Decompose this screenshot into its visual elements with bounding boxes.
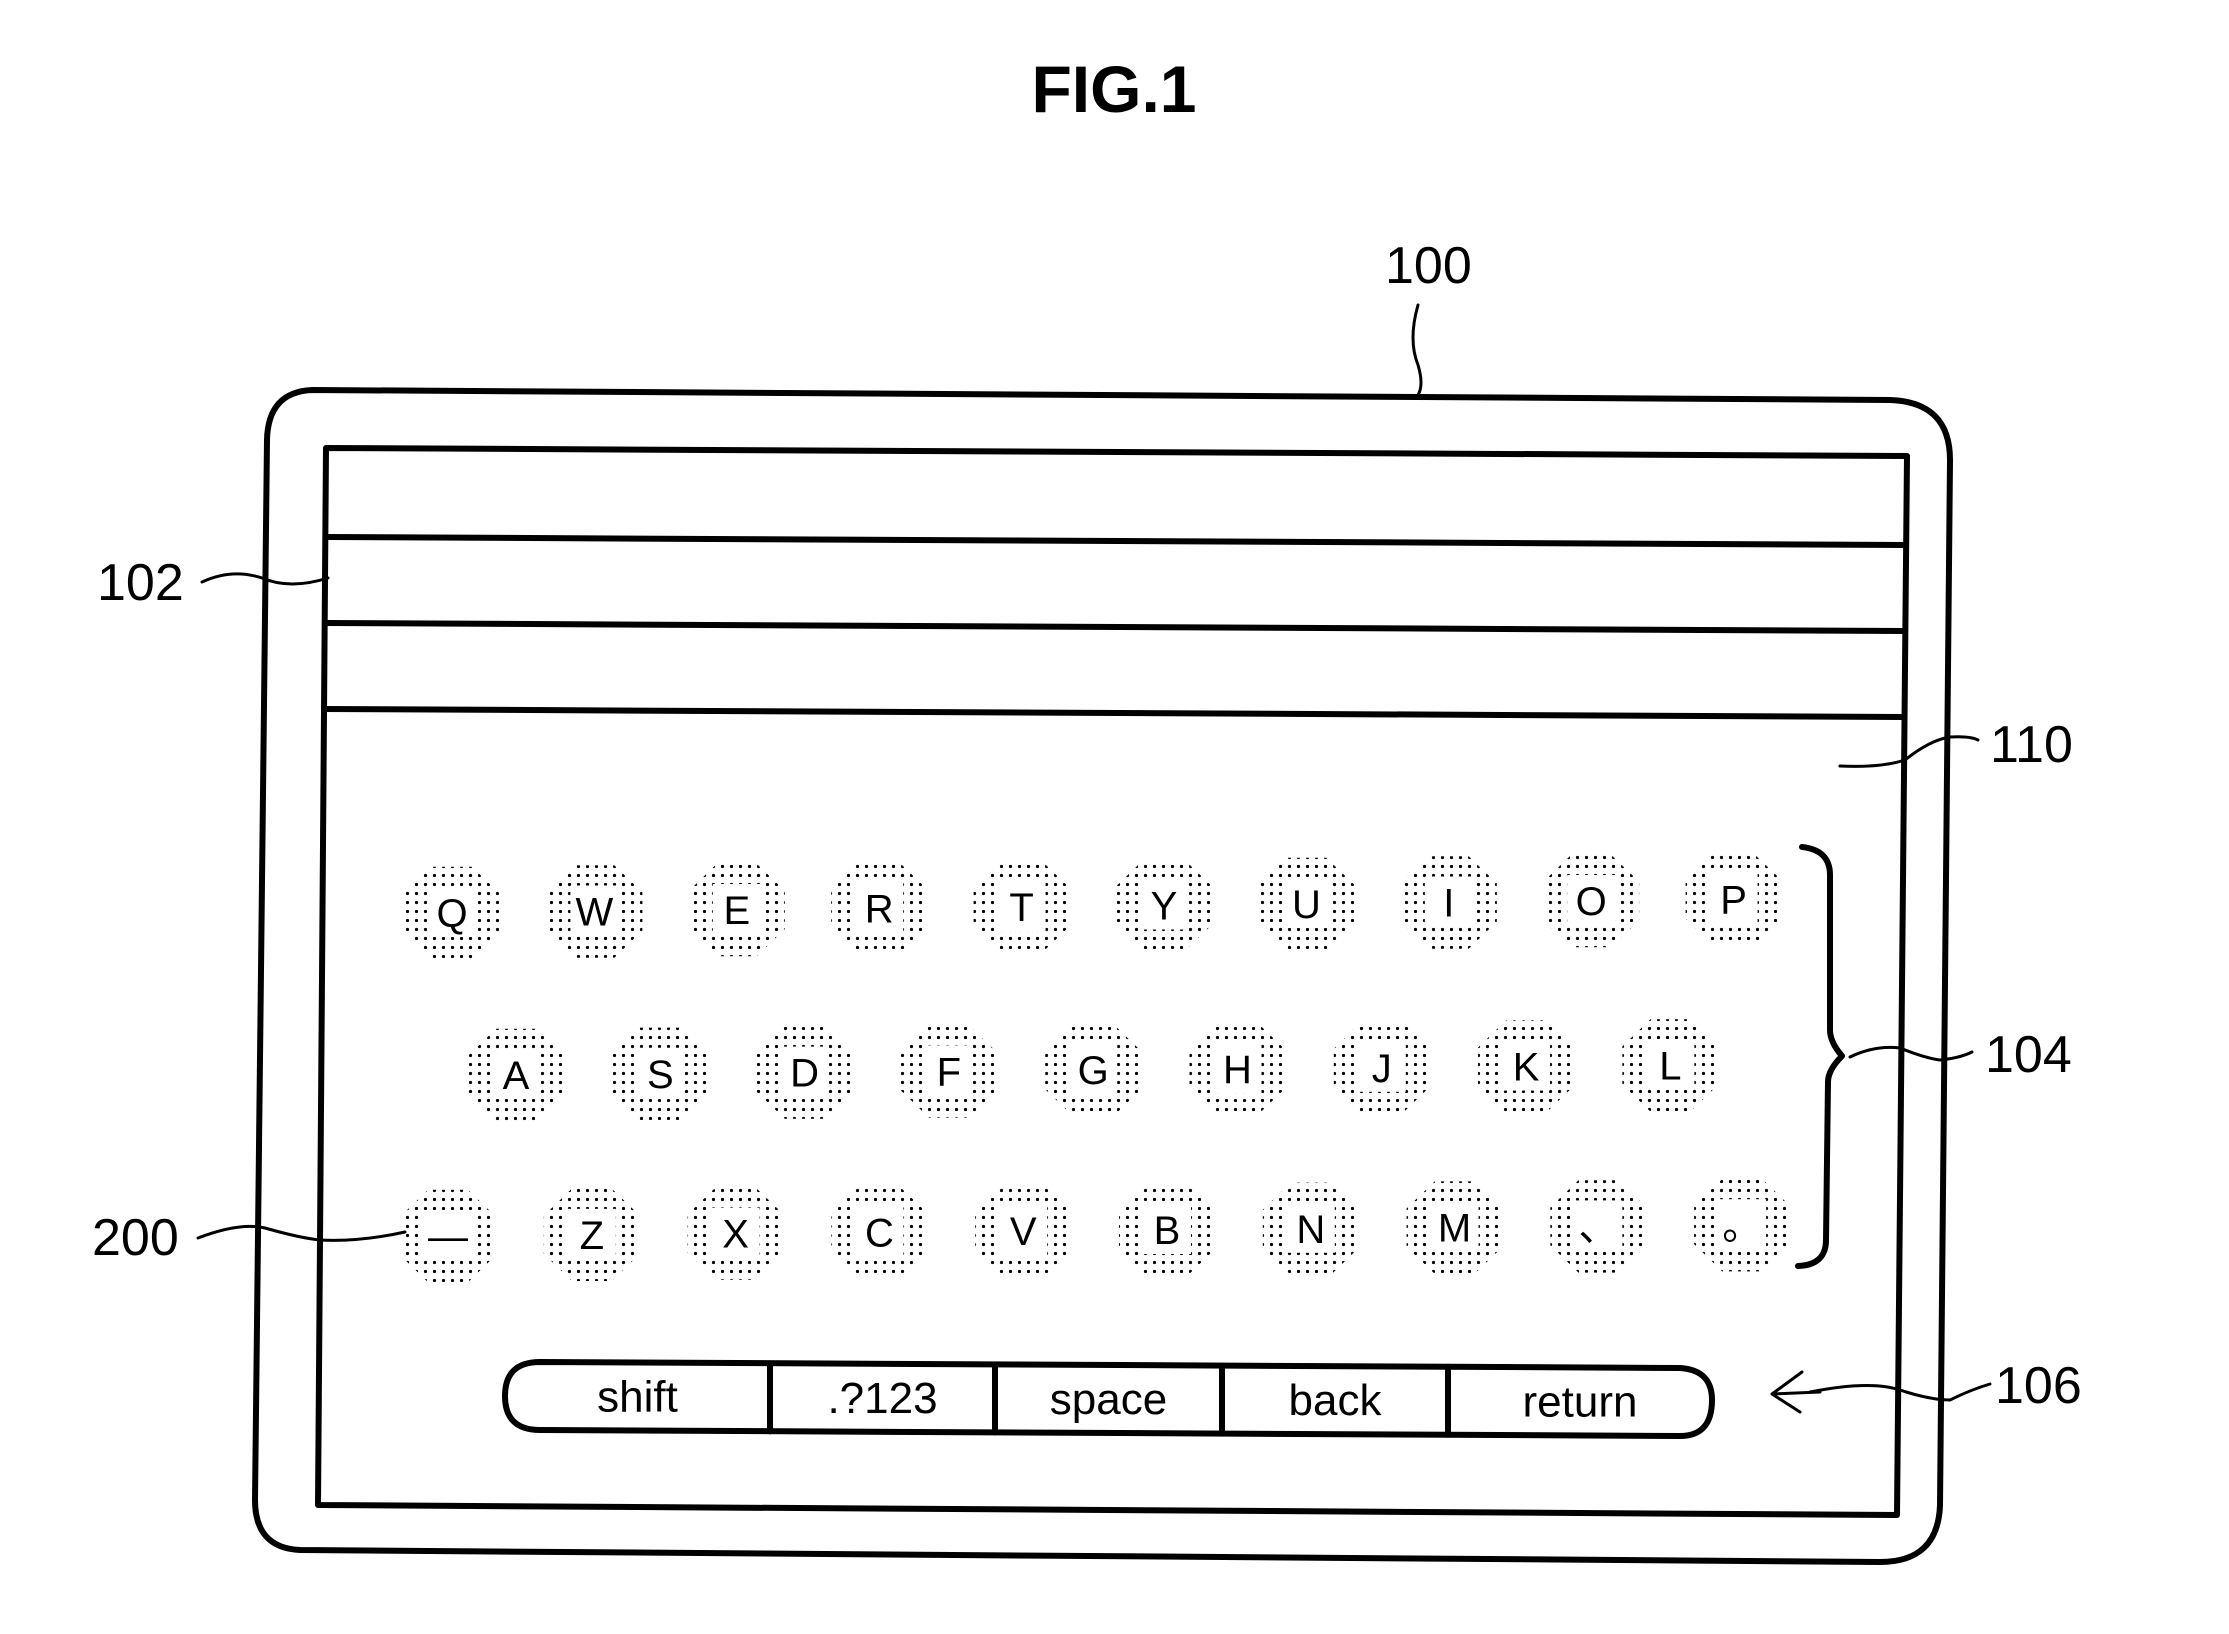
key-0-2[interactable]: E: [688, 863, 785, 957]
ref-label-device: 100: [1385, 237, 1472, 295]
key-label: U: [1292, 883, 1321, 927]
function-button-back[interactable]: back: [1219, 1362, 1383, 1437]
key-label: G: [1078, 1049, 1109, 1093]
key-1-7[interactable]: K: [1478, 1020, 1575, 1113]
key-label: Q: [436, 892, 467, 936]
key-label: O: [1576, 880, 1607, 924]
key-label: L: [1659, 1044, 1681, 1088]
key-2-4[interactable]: V: [975, 1185, 1072, 1278]
function-button-label: return: [1523, 1377, 1638, 1426]
key-2-9[interactable]: 。: [1694, 1179, 1791, 1272]
key-label: W: [576, 891, 614, 935]
key-label: P: [1720, 879, 1747, 923]
text-line-2: [322, 620, 1908, 634]
text-line-1: [323, 534, 1909, 548]
key-label: Y: [1151, 885, 1178, 929]
key-0-9[interactable]: P: [1685, 853, 1782, 946]
key-1-5[interactable]: H: [1189, 1022, 1286, 1116]
key-label: 、: [1578, 1205, 1618, 1249]
key-2-5[interactable]: B: [1119, 1183, 1215, 1277]
figure-title: FIG.1: [1031, 52, 1196, 126]
function-key-bar: shift .?123 space back return: [502, 1359, 1715, 1439]
key-label: 。: [1722, 1204, 1762, 1248]
key-label: Z: [580, 1214, 604, 1258]
key-2-7[interactable]: M: [1406, 1181, 1503, 1274]
leader-keyboard: [1848, 1045, 1974, 1062]
key-0-4[interactable]: T: [973, 860, 1070, 954]
ref-label-function-bar: 106: [1995, 1357, 2082, 1415]
leader-screen: [1838, 735, 1980, 768]
key-2-2[interactable]: X: [687, 1187, 784, 1280]
key-1-2[interactable]: D: [756, 1026, 853, 1119]
arrow-icon: [1770, 1370, 1822, 1414]
key-label: K: [1513, 1046, 1540, 1090]
key-2-0[interactable]: —: [400, 1189, 496, 1283]
key-label: C: [865, 1211, 894, 1255]
key-2-1[interactable]: Z: [543, 1188, 640, 1281]
key-2-3[interactable]: C: [831, 1186, 928, 1279]
key-0-1[interactable]: W: [546, 865, 643, 958]
ref-label-key-element: 200: [92, 1209, 179, 1267]
leader-device: [1411, 303, 1423, 397]
key-0-0[interactable]: Q: [404, 866, 500, 960]
key-1-4[interactable]: G: [1045, 1024, 1142, 1117]
key-2-6[interactable]: N: [1262, 1182, 1359, 1275]
key-2-8[interactable]: 、: [1550, 1180, 1647, 1273]
key-1-1[interactable]: S: [612, 1027, 709, 1120]
keyboard-brace: [1795, 844, 1845, 1269]
key-label: M: [1438, 1207, 1471, 1251]
key-label: A: [503, 1054, 530, 1098]
function-button-return[interactable]: return: [1445, 1363, 1638, 1438]
key-1-0[interactable]: A: [468, 1028, 564, 1122]
ref-label-text-area: 102: [97, 554, 184, 612]
text-line-3: [321, 706, 1907, 720]
key-label: V: [1010, 1210, 1037, 1254]
key-0-3[interactable]: R: [831, 862, 928, 955]
key-label: S: [647, 1053, 674, 1097]
key-label: I: [1443, 882, 1454, 926]
key-1-3[interactable]: F: [900, 1025, 997, 1118]
key-label: R: [865, 888, 894, 932]
key-0-7[interactable]: I: [1400, 856, 1497, 949]
ref-label-screen: 110: [1990, 716, 2073, 774]
function-button-label: back: [1289, 1376, 1383, 1425]
key-label: X: [722, 1213, 749, 1257]
function-button-shift[interactable]: shift: [597, 1373, 678, 1422]
ref-label-keyboard: 104: [1985, 1026, 2072, 1084]
key-label: —: [428, 1215, 468, 1259]
function-button-space[interactable]: space: [992, 1361, 1167, 1436]
key-1-6[interactable]: J: [1333, 1021, 1430, 1114]
leader-key-element: [196, 1224, 407, 1242]
screen-area: [315, 445, 1910, 1518]
key-0-8[interactable]: O: [1543, 854, 1640, 948]
key-1-8[interactable]: L: [1622, 1019, 1719, 1112]
function-button-label: .?123: [827, 1374, 937, 1423]
function-button-label: space: [1050, 1375, 1167, 1424]
key-label: F: [937, 1050, 961, 1094]
function-button-label: shift: [597, 1373, 678, 1422]
key-0-5[interactable]: Y: [1116, 859, 1212, 952]
key-0-6[interactable]: U: [1258, 857, 1355, 951]
key-label: J: [1372, 1047, 1392, 1091]
function-button-123[interactable]: .?123: [767, 1360, 938, 1435]
key-label: T: [1009, 886, 1033, 930]
key-label: H: [1223, 1048, 1252, 1092]
key-label: N: [1296, 1208, 1325, 1252]
key-label: D: [790, 1052, 819, 1096]
key-label: E: [723, 889, 750, 933]
patent-figure: FIG.1 100 102 110 Q W E R T Y U I O P A S D F G H J K L — Z X…: [92, 52, 2082, 1565]
key-label: B: [1154, 1209, 1181, 1253]
software-keyboard: Q W E R T Y U I O P A S D F G H J K L — Z X C V B N M 、 。: [400, 853, 1791, 1283]
